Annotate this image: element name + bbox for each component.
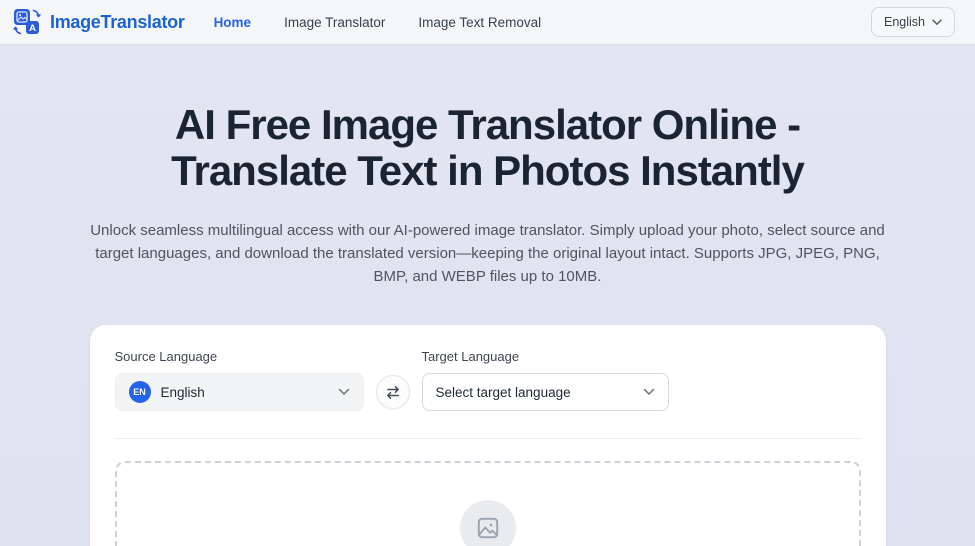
source-language-badge: EN <box>129 381 151 403</box>
page: A ImageTranslator Home Image Translator … <box>0 0 975 546</box>
brand-logo[interactable]: A ImageTranslator <box>12 7 185 37</box>
hero-section: AI Free Image Translator Online - Transl… <box>0 45 975 288</box>
header: A ImageTranslator Home Image Translator … <box>0 0 975 45</box>
image-placeholder-icon <box>475 515 501 541</box>
swap-horizontal-icon <box>385 385 401 400</box>
nav-item-home[interactable]: Home <box>214 15 252 30</box>
brand-name: ImageTranslator <box>50 12 185 33</box>
source-language-label: Source Language <box>115 349 364 364</box>
target-language-group: Target Language Select target language <box>422 349 669 411</box>
page-title-line1: AI Free Image Translator Online - <box>0 102 975 148</box>
nav-item-image-translator[interactable]: Image Translator <box>284 15 385 30</box>
chevron-down-icon <box>932 19 942 26</box>
site-language-selector[interactable]: English <box>871 7 955 37</box>
chevron-down-icon <box>338 388 350 396</box>
language-selects-row: Source Language EN English <box>115 349 861 411</box>
card-divider <box>115 438 861 439</box>
page-title: AI Free Image Translator Online - Transl… <box>0 102 975 194</box>
target-language-select[interactable]: Select target language <box>422 373 669 411</box>
main-nav: Home Image Translator Image Text Removal <box>214 15 542 30</box>
target-language-label: Target Language <box>422 349 669 364</box>
site-language-value: English <box>884 15 925 29</box>
svg-text:A: A <box>29 23 36 34</box>
page-title-line2: Translate Text in Photos Instantly <box>0 148 975 194</box>
nav-item-image-text-removal[interactable]: Image Text Removal <box>418 15 541 30</box>
source-language-value: English <box>161 385 205 400</box>
source-language-select[interactable]: EN English <box>115 373 364 411</box>
swap-languages-button[interactable] <box>376 375 410 409</box>
target-language-placeholder: Select target language <box>436 385 571 400</box>
translator-card: Source Language EN English <box>90 325 886 546</box>
image-upload-dropzone[interactable] <box>115 461 861 546</box>
upload-icon-circle <box>460 500 516 546</box>
source-language-group: Source Language EN English <box>115 349 364 411</box>
chevron-down-icon <box>643 388 655 396</box>
hero-subtitle: Unlock seamless multilingual access with… <box>88 219 888 288</box>
image-translate-logo-icon: A <box>12 7 42 37</box>
